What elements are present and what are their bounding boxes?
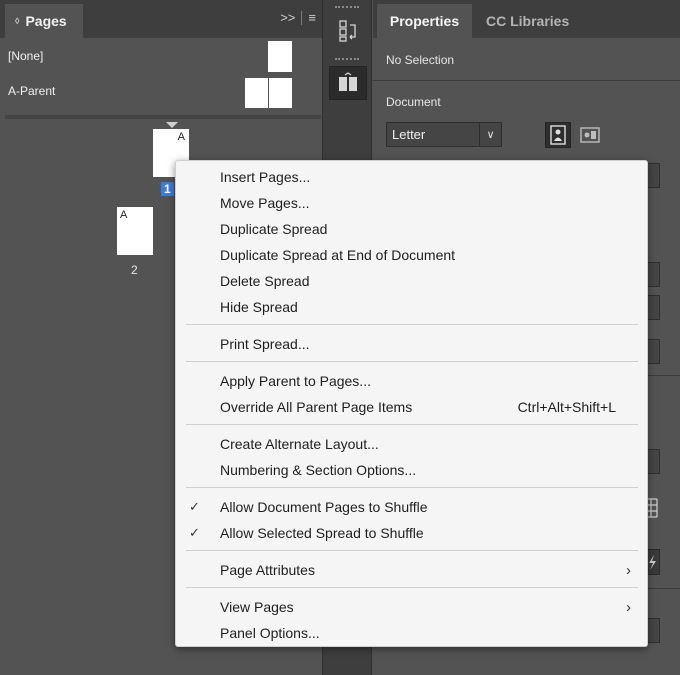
menu-item-label: Move Pages... (220, 195, 310, 211)
pages-panel-icon[interactable] (329, 66, 367, 100)
menu-item-label: Delete Spread (220, 273, 310, 289)
menu-item-duplicate-spread-at-end[interactable]: Duplicate Spread at End of Document (176, 242, 647, 268)
menu-item-label: Allow Selected Spread to Shuffle (220, 525, 424, 541)
menu-item-label: Panel Options... (220, 625, 320, 641)
landscape-orientation-icon[interactable] (577, 122, 603, 148)
pages-context-menu: Insert Pages... Move Pages... Duplicate … (175, 160, 648, 647)
page-1-number[interactable]: 1 (161, 182, 174, 196)
controls-divider (301, 10, 303, 25)
menu-item-label: Hide Spread (220, 299, 298, 315)
dock-grip-2[interactable] (335, 58, 359, 62)
tab-properties[interactable]: Properties (377, 4, 472, 38)
menu-item-allow-spread-shuffle[interactable]: ✓ Allow Selected Spread to Shuffle (176, 520, 647, 546)
page-2-thumbnail[interactable]: A (117, 207, 153, 255)
tab-cc-libraries[interactable]: CC Libraries (486, 4, 569, 38)
properties-tabbar: Properties CC Libraries (373, 0, 680, 38)
menu-separator (186, 487, 638, 488)
checkmark-icon: ✓ (189, 525, 200, 540)
menu-item-label: Override All Parent Page Items (220, 399, 413, 415)
menu-item-label: Duplicate Spread (220, 221, 328, 237)
pages-panel-tabbar: ◊ Pages >> ≡ (0, 0, 322, 38)
menu-separator (186, 424, 638, 425)
chevron-right-icon: › (626, 598, 631, 616)
menu-item-view-pages[interactable]: View Pages › (176, 594, 647, 620)
chevron-down-icon: ∨ (479, 123, 501, 146)
parent-item-none[interactable]: [None] (0, 39, 300, 73)
menu-item-panel-options[interactable]: Panel Options... (176, 620, 647, 646)
page-size-value: Letter (392, 127, 426, 142)
panel-menu-icon[interactable]: ≡ (308, 10, 316, 25)
collapse-panel-icon[interactable]: >> (280, 10, 295, 25)
menu-item-label: Insert Pages... (220, 169, 311, 185)
properties-divider (373, 80, 680, 81)
portrait-orientation-icon[interactable] (545, 122, 571, 148)
menu-item-move-pages[interactable]: Move Pages... (176, 190, 647, 216)
parent-none-thumbnail[interactable] (268, 41, 292, 72)
chevron-right-icon: › (626, 561, 631, 579)
menu-item-override-parent-items[interactable]: Override All Parent Page Items Ctrl+Alt+… (176, 394, 647, 420)
pages-section-divider[interactable] (5, 115, 321, 119)
menu-item-label: Numbering & Section Options... (220, 462, 417, 478)
menu-item-print-spread[interactable]: Print Spread... (176, 331, 647, 357)
menu-separator (186, 324, 638, 325)
page-2-number[interactable]: 2 (131, 263, 138, 277)
menu-item-page-attributes[interactable]: Page Attributes › (176, 557, 647, 583)
menu-item-apply-parent[interactable]: Apply Parent to Pages... (176, 368, 647, 394)
menu-separator (186, 587, 638, 588)
menu-item-label: View Pages (220, 599, 294, 615)
page-1-parent-prefix: A (177, 131, 185, 143)
menu-item-label: Print Spread... (220, 336, 310, 352)
menu-item-insert-pages[interactable]: Insert Pages... (176, 164, 647, 190)
document-section-title: Document (386, 95, 441, 109)
menu-separator (186, 550, 638, 551)
pages-arrange-icon[interactable] (329, 14, 367, 48)
pages-tab[interactable]: ◊ Pages (5, 4, 83, 38)
updown-arrows-icon: ◊ (15, 16, 20, 26)
parent-item-label: A-Parent (8, 84, 56, 98)
menu-item-label: Apply Parent to Pages... (220, 373, 371, 389)
menu-item-delete-spread[interactable]: Delete Spread (176, 268, 647, 294)
parent-a-left-thumbnail[interactable] (245, 78, 268, 108)
menu-item-duplicate-spread[interactable]: Duplicate Spread (176, 216, 647, 242)
menu-item-label: Allow Document Pages to Shuffle (220, 499, 428, 515)
menu-item-create-alternate-layout[interactable]: Create Alternate Layout... (176, 431, 647, 457)
selection-status: No Selection (386, 53, 455, 67)
menu-item-hide-spread[interactable]: Hide Spread (176, 294, 647, 320)
dock-grip[interactable] (335, 6, 359, 10)
page-size-select[interactable]: Letter ∨ (386, 122, 502, 147)
menu-item-label: Duplicate Spread at End of Document (220, 247, 456, 263)
menu-item-numbering-section-options[interactable]: Numbering & Section Options... (176, 457, 647, 483)
menu-item-shortcut: Ctrl+Alt+Shift+L (517, 399, 616, 415)
pages-tab-label: Pages (25, 13, 67, 29)
checkmark-icon: ✓ (189, 499, 200, 514)
panel-controls: >> ≡ (280, 10, 316, 25)
page-2-parent-prefix: A (120, 209, 128, 221)
menu-item-allow-document-shuffle[interactable]: ✓ Allow Document Pages to Shuffle (176, 494, 647, 520)
menu-separator (186, 361, 638, 362)
parent-item-label: [None] (8, 49, 44, 63)
parent-a-right-thumbnail[interactable] (269, 78, 292, 108)
menu-item-label: Create Alternate Layout... (220, 436, 379, 452)
menu-item-label: Page Attributes (220, 562, 315, 578)
section-start-icon (166, 122, 178, 128)
